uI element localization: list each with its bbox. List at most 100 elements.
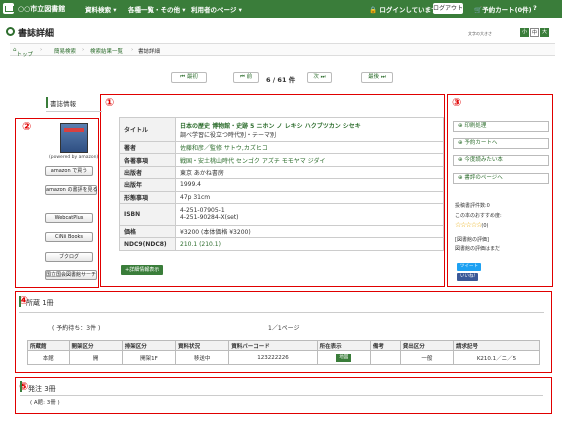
font-size-large[interactable]: 大 bbox=[540, 28, 549, 37]
page-info: 6 / 61 件 bbox=[266, 76, 296, 84]
library-rating-note: 図書館の評価はまだ bbox=[455, 246, 501, 252]
title-link[interactable]: 日本の歴史 博物館・史跡 5 ニホン ノ レキシ ハクブツカン シセキ bbox=[180, 123, 361, 130]
table-cell: 移送中 bbox=[175, 350, 230, 365]
breadcrumb-top[interactable]: ⌂ トップ bbox=[13, 47, 33, 58]
breadcrumb-separator: › bbox=[40, 47, 43, 53]
detail-value: 日本の歴史 博物館・史跡 5 ニホン ノ レキシ ハクブツカン シセキ 調べ学習に… bbox=[175, 117, 444, 142]
table-cell: 開 bbox=[68, 350, 123, 365]
last-page-button[interactable]: 最後 ⏭ bbox=[361, 72, 393, 83]
next-page-button[interactable]: 次 ⏭ bbox=[307, 72, 332, 83]
divider bbox=[20, 395, 543, 396]
top-navigation-bar: ○○市立図書館 資料検索 ▾ 各種一覧・その他 ▾ 利用者のページ ▾ 🔒 ログ… bbox=[0, 0, 562, 18]
detail-label: 著者 bbox=[119, 140, 176, 155]
amazon-review-button[interactable]: amazon の書評を見る bbox=[45, 185, 97, 195]
breadcrumb-simple-search[interactable]: 簡易検索 bbox=[54, 47, 76, 55]
amazon-buy-button[interactable]: amazon で買う bbox=[45, 166, 93, 176]
next-page-label: 次 bbox=[313, 74, 319, 80]
column-header: 貸出区分 bbox=[399, 340, 455, 351]
like-button[interactable]: いいね! bbox=[457, 273, 479, 281]
add-to-cart-label: 予約カートへ bbox=[464, 140, 498, 146]
author-link[interactable]: 佐藤和彦／監修 サトウ,カズヒコ bbox=[180, 145, 268, 152]
font-size-label: 文字の大きさ bbox=[468, 31, 492, 36]
table-cell: 一般 bbox=[399, 350, 455, 365]
isbn-1: 4-251-07905-1 bbox=[180, 207, 225, 215]
tweet-button[interactable]: ツイート bbox=[457, 263, 481, 271]
detail-row-form: 形態事項 47p 31cm bbox=[119, 190, 444, 204]
orders-breakdown: ( A館: 3冊 ) bbox=[30, 400, 60, 406]
help-icon[interactable]: ? bbox=[533, 4, 537, 12]
section-bar bbox=[20, 381, 22, 392]
detail-label: 形態事項 bbox=[119, 190, 176, 204]
detail-label: NDC9(NDC8) bbox=[119, 237, 176, 251]
booklog-button[interactable]: ブクログ bbox=[45, 252, 93, 262]
detail-row-author: 著者 佐藤和彦／監修 サトウ,カズヒコ bbox=[119, 140, 444, 155]
holdings-title: 所蔵 1冊 bbox=[26, 299, 54, 307]
review-page-button[interactable]: ⊕ 書評のページへ bbox=[453, 173, 549, 184]
holdings-page-info: 1／1ページ bbox=[268, 325, 300, 332]
detail-row-ndc: NDC9(NDC8) 210.1 (210.1) bbox=[119, 237, 444, 251]
first-page-label: 最初 bbox=[186, 74, 198, 80]
detail-label: 各著事項 bbox=[119, 153, 176, 167]
detail-label: タイトル bbox=[119, 117, 176, 142]
prev-page-button[interactable]: ⏮ 前 bbox=[233, 72, 259, 83]
first-page-button[interactable]: ⏮ 最初 bbox=[171, 72, 207, 83]
page-title: 書誌詳細 bbox=[18, 29, 55, 39]
cinii-books-button[interactable]: CiNii Books bbox=[45, 232, 93, 242]
reservation-wait-count: ( 予約待ち：3件 ) bbox=[52, 325, 101, 332]
powered-by-amazon: (powered by amazon) bbox=[49, 155, 99, 160]
cart-link[interactable]: 🛒予約カート(0件) bbox=[474, 4, 532, 14]
detail-label: 出版年 bbox=[119, 178, 176, 192]
login-status-text: ログインしています bbox=[379, 6, 438, 14]
table-cell: 開架1F bbox=[121, 350, 177, 365]
breadcrumb-current: 書誌詳細 bbox=[138, 49, 161, 55]
detail-label: 価格 bbox=[119, 224, 176, 239]
breadcrumb-results[interactable]: 検索結果一覧 bbox=[90, 47, 123, 55]
marker-3: ③ bbox=[452, 96, 462, 109]
review-page-label: 書評のページへ bbox=[464, 175, 503, 181]
search-icon bbox=[6, 27, 15, 36]
map-button[interactable]: 地図 bbox=[336, 353, 352, 362]
font-size-small[interactable]: 小 bbox=[520, 28, 529, 37]
column-header: 排架区分 bbox=[121, 340, 177, 351]
menu-user-page[interactable]: 利用者のページ ▾ bbox=[191, 4, 242, 14]
volume-link[interactable]: 戦国・安土桃山時代 センゴク アズチ モモヤマ ジダイ bbox=[180, 158, 326, 165]
detail-value: 210.1 (210.1) bbox=[175, 237, 444, 251]
book-cover-image bbox=[60, 123, 88, 153]
logout-button[interactable]: ログアウト bbox=[433, 3, 463, 14]
ndl-search-button[interactable]: 国立国会図書館サーチ bbox=[45, 270, 97, 280]
isbn-2: 4-251-90284-X(set) bbox=[180, 214, 239, 222]
site-title[interactable]: ○○市立図書館 bbox=[18, 4, 65, 14]
table-cell: 地図 bbox=[316, 350, 371, 365]
section-bar bbox=[19, 296, 21, 307]
rating-count: (0) bbox=[481, 223, 489, 229]
detail-label: 出版者 bbox=[119, 165, 176, 180]
table-cell: 本館 bbox=[27, 350, 70, 365]
webcatplus-button[interactable]: WebcatPlus bbox=[45, 213, 93, 223]
breadcrumb-top-label: トップ bbox=[16, 52, 34, 58]
column-header: 開架区分 bbox=[68, 340, 123, 351]
detail-row-year: 出版年 1999.4 bbox=[119, 178, 444, 192]
detail-value: 佐藤和彦／監修 サトウ,カズヒコ bbox=[175, 140, 444, 155]
menu-search[interactable]: 資料検索 ▾ bbox=[85, 4, 117, 14]
breadcrumb-separator: › bbox=[131, 47, 134, 53]
print-label: 印刷処理 bbox=[464, 123, 487, 129]
table-cell bbox=[369, 350, 401, 365]
add-to-cart-button[interactable]: ⊕ 予約カートへ bbox=[453, 138, 549, 149]
menu-lists[interactable]: 各種一覧・その他 ▾ bbox=[128, 4, 186, 14]
book-info-label: 書誌情報 bbox=[50, 100, 76, 108]
ndc-link[interactable]: 210.1 (210.1) bbox=[180, 241, 221, 248]
subtitle: 調べ学習に役立つ時代別・テーマ別 bbox=[180, 131, 277, 139]
want-to-read-button[interactable]: ⊕ 今度読みたい本 bbox=[453, 155, 549, 166]
login-status: 🔒 ログインしています bbox=[369, 6, 438, 14]
table-row: 本館 開 開架1F 移送中 123222226 地図 一般 K210.1／ニ／5 bbox=[27, 350, 540, 365]
show-more-details-button[interactable]: +詳細情報表示 bbox=[121, 265, 164, 275]
detail-row-price: 価格 ¥3200 (本体価格 ¥3200) bbox=[119, 224, 444, 239]
cart-label: 予約カート(0件) bbox=[482, 6, 532, 14]
holdings-table: 所蔵館 開架区分 排架区分 資料状況 資料バーコード 所在表示 備考 貸出区分 … bbox=[27, 340, 540, 365]
detail-value: ¥3200 (本体価格 ¥3200) bbox=[175, 224, 444, 239]
rating-stars-glyphs: ☆☆☆☆☆ bbox=[455, 221, 482, 229]
prev-page-label: 前 bbox=[246, 74, 253, 80]
holdings-header-row: 所蔵館 開架区分 排架区分 資料状況 資料バーコード 所在表示 備考 貸出区分 … bbox=[27, 340, 540, 351]
print-button[interactable]: ⊕ 印刷処理 bbox=[453, 121, 549, 132]
font-size-medium[interactable]: 中 bbox=[530, 28, 539, 37]
